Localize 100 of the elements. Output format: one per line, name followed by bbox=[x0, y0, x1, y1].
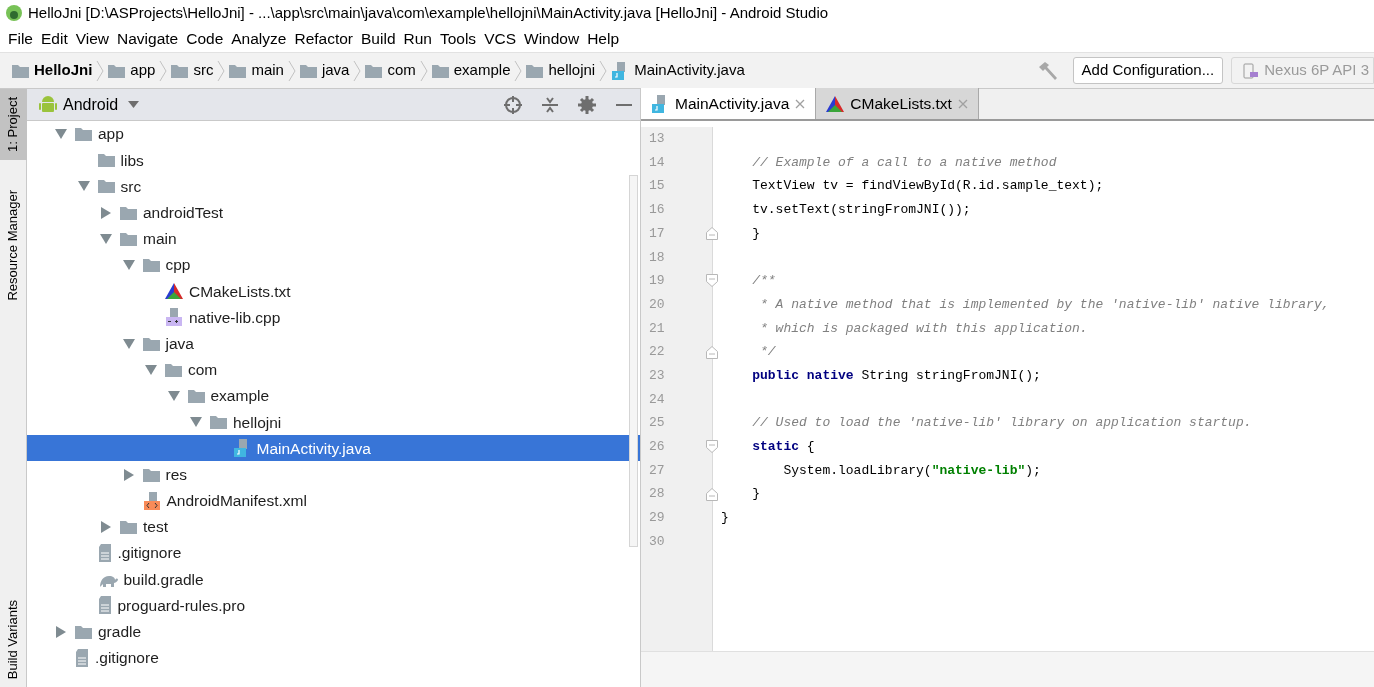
text-file-icon bbox=[75, 648, 89, 667]
unfold-marker-icon[interactable] bbox=[706, 345, 718, 359]
chevron-icon bbox=[599, 59, 608, 82]
unfold-marker-icon[interactable] bbox=[706, 487, 718, 501]
breadcrumb-item[interactable]: com bbox=[365, 59, 416, 82]
menu-item[interactable]: File bbox=[4, 27, 37, 51]
tree-item-label: app bbox=[98, 124, 124, 145]
expand-arrow-icon[interactable] bbox=[100, 233, 112, 244]
tree-item[interactable]: app bbox=[27, 121, 640, 148]
breadcrumb-item[interactable]: MainActivity.java bbox=[611, 59, 745, 82]
tree-item-label: com bbox=[188, 360, 218, 381]
tree-item[interactable]: .gitignore bbox=[27, 540, 640, 567]
editor-tab[interactable]: MainActivity.java bbox=[641, 88, 817, 119]
code-line: * which is packaged with this application. bbox=[759, 319, 1088, 338]
caret-icon bbox=[128, 101, 140, 108]
tree-item-label: res bbox=[165, 464, 188, 485]
expand-arrow-icon[interactable] bbox=[122, 338, 135, 349]
breadcrumb-item[interactable]: java bbox=[299, 59, 350, 82]
menu-item[interactable]: Run bbox=[399, 27, 436, 51]
tree-item[interactable]: androidTest bbox=[27, 199, 640, 226]
breadcrumb-item[interactable]: app bbox=[108, 59, 156, 82]
expand-arrow-icon[interactable] bbox=[145, 364, 157, 375]
breadcrumb-item[interactable]: main bbox=[229, 59, 284, 82]
tree-item[interactable]: test bbox=[27, 513, 640, 540]
tree-item[interactable]: java bbox=[27, 330, 640, 357]
tree-item[interactable]: AndroidManifest.xml bbox=[27, 487, 640, 514]
cpp-file-icon bbox=[165, 308, 183, 327]
close-icon[interactable] bbox=[795, 98, 806, 109]
collapse-arrow-icon[interactable] bbox=[56, 625, 66, 638]
tree-item-label: java bbox=[165, 333, 194, 354]
menu-item[interactable]: View bbox=[71, 27, 114, 51]
tree-item[interactable]: native-lib.cpp bbox=[27, 304, 640, 331]
line-number: 20 bbox=[649, 295, 665, 314]
settings-icon[interactable] bbox=[578, 95, 596, 114]
tree-item[interactable]: proguard-rules.pro bbox=[27, 592, 640, 619]
side-tab[interactable]: Resource Manager bbox=[0, 181, 27, 309]
unfold-marker-icon[interactable] bbox=[706, 227, 718, 241]
fold-marker-icon[interactable] bbox=[706, 440, 718, 454]
tree-item[interactable]: src bbox=[27, 173, 640, 200]
expand-arrow-icon[interactable] bbox=[190, 417, 202, 428]
tree-item[interactable]: MainActivity.java bbox=[27, 435, 640, 462]
menu-item[interactable]: Window bbox=[520, 27, 584, 51]
tree-item[interactable]: CMakeLists.txt bbox=[27, 278, 640, 305]
tree-item[interactable]: gradle bbox=[27, 618, 640, 645]
menu-item[interactable]: Code bbox=[182, 27, 228, 51]
add-configuration-button[interactable]: Add Configuration... bbox=[1072, 57, 1224, 84]
tree-item[interactable]: build.gradle bbox=[27, 566, 640, 593]
menu-item[interactable]: Refactor bbox=[290, 27, 358, 51]
tree-item[interactable]: cpp bbox=[27, 251, 640, 279]
tree-item[interactable]: main bbox=[27, 225, 640, 252]
line-number: 19 bbox=[649, 272, 665, 291]
menu-item[interactable]: Tools bbox=[435, 27, 481, 51]
expand-arrow-icon[interactable] bbox=[55, 129, 67, 140]
fold-marker-icon[interactable] bbox=[706, 274, 718, 288]
tree-item[interactable]: res bbox=[27, 461, 640, 488]
menu-item[interactable]: VCS bbox=[480, 27, 520, 51]
collapse-arrow-icon[interactable] bbox=[101, 206, 111, 219]
breadcrumb-item[interactable]: example bbox=[431, 59, 511, 82]
menu-item[interactable]: Build bbox=[357, 27, 400, 51]
crosshair-icon[interactable] bbox=[504, 95, 522, 114]
chevron-icon bbox=[96, 59, 105, 82]
breadcrumb-item[interactable]: src bbox=[171, 59, 214, 82]
scrollbar[interactable] bbox=[629, 175, 638, 547]
breadcrumb-item[interactable]: hellojni bbox=[526, 59, 596, 82]
tree-item[interactable]: example bbox=[27, 382, 640, 410]
tree-item-label: main bbox=[143, 229, 177, 250]
tree-item[interactable]: .gitignore bbox=[27, 644, 640, 671]
chevron-icon bbox=[514, 59, 523, 82]
close-icon[interactable] bbox=[957, 98, 968, 109]
tree-item-label: AndroidManifest.xml bbox=[166, 491, 307, 512]
folder-icon bbox=[75, 127, 92, 142]
chevron-icon bbox=[159, 59, 168, 82]
code-line: */ bbox=[759, 343, 776, 362]
code-line: } bbox=[721, 509, 729, 528]
menu-item[interactable]: Edit bbox=[37, 27, 72, 51]
triangle-logo-icon bbox=[826, 95, 845, 112]
tree-item[interactable]: hellojni bbox=[27, 409, 640, 436]
folder-icon bbox=[526, 63, 544, 78]
collapse-arrow-icon[interactable] bbox=[101, 520, 111, 533]
menu-item[interactable]: Help bbox=[583, 27, 624, 51]
side-tab[interactable]: Build Variants bbox=[0, 591, 27, 687]
tree-item[interactable]: com bbox=[27, 356, 640, 383]
folder-icon bbox=[431, 63, 449, 78]
editor-tab[interactable]: CMakeLists.txt bbox=[816, 88, 979, 119]
line-number: 23 bbox=[649, 366, 665, 385]
breadcrumb-item[interactable]: HelloJni bbox=[12, 59, 93, 82]
expand-arrow-icon[interactable] bbox=[122, 260, 135, 271]
side-tab[interactable]: 1: Project bbox=[0, 89, 27, 160]
project-view-dropdown[interactable]: Android bbox=[63, 92, 140, 117]
tree-item-label: test bbox=[143, 517, 168, 538]
tree-item-label: MainActivity.java bbox=[256, 438, 371, 459]
menu-item[interactable]: Analyze bbox=[227, 27, 291, 51]
tree-item[interactable]: libs bbox=[27, 147, 640, 174]
collapse-arrow-icon[interactable] bbox=[123, 468, 134, 481]
menu-item[interactable]: Navigate bbox=[113, 27, 183, 51]
expand-arrow-icon[interactable] bbox=[167, 390, 180, 401]
line-number: 13 bbox=[649, 130, 665, 149]
collapse-all-icon[interactable] bbox=[542, 95, 558, 114]
text-file-icon bbox=[97, 544, 112, 563]
expand-arrow-icon[interactable] bbox=[77, 181, 90, 192]
